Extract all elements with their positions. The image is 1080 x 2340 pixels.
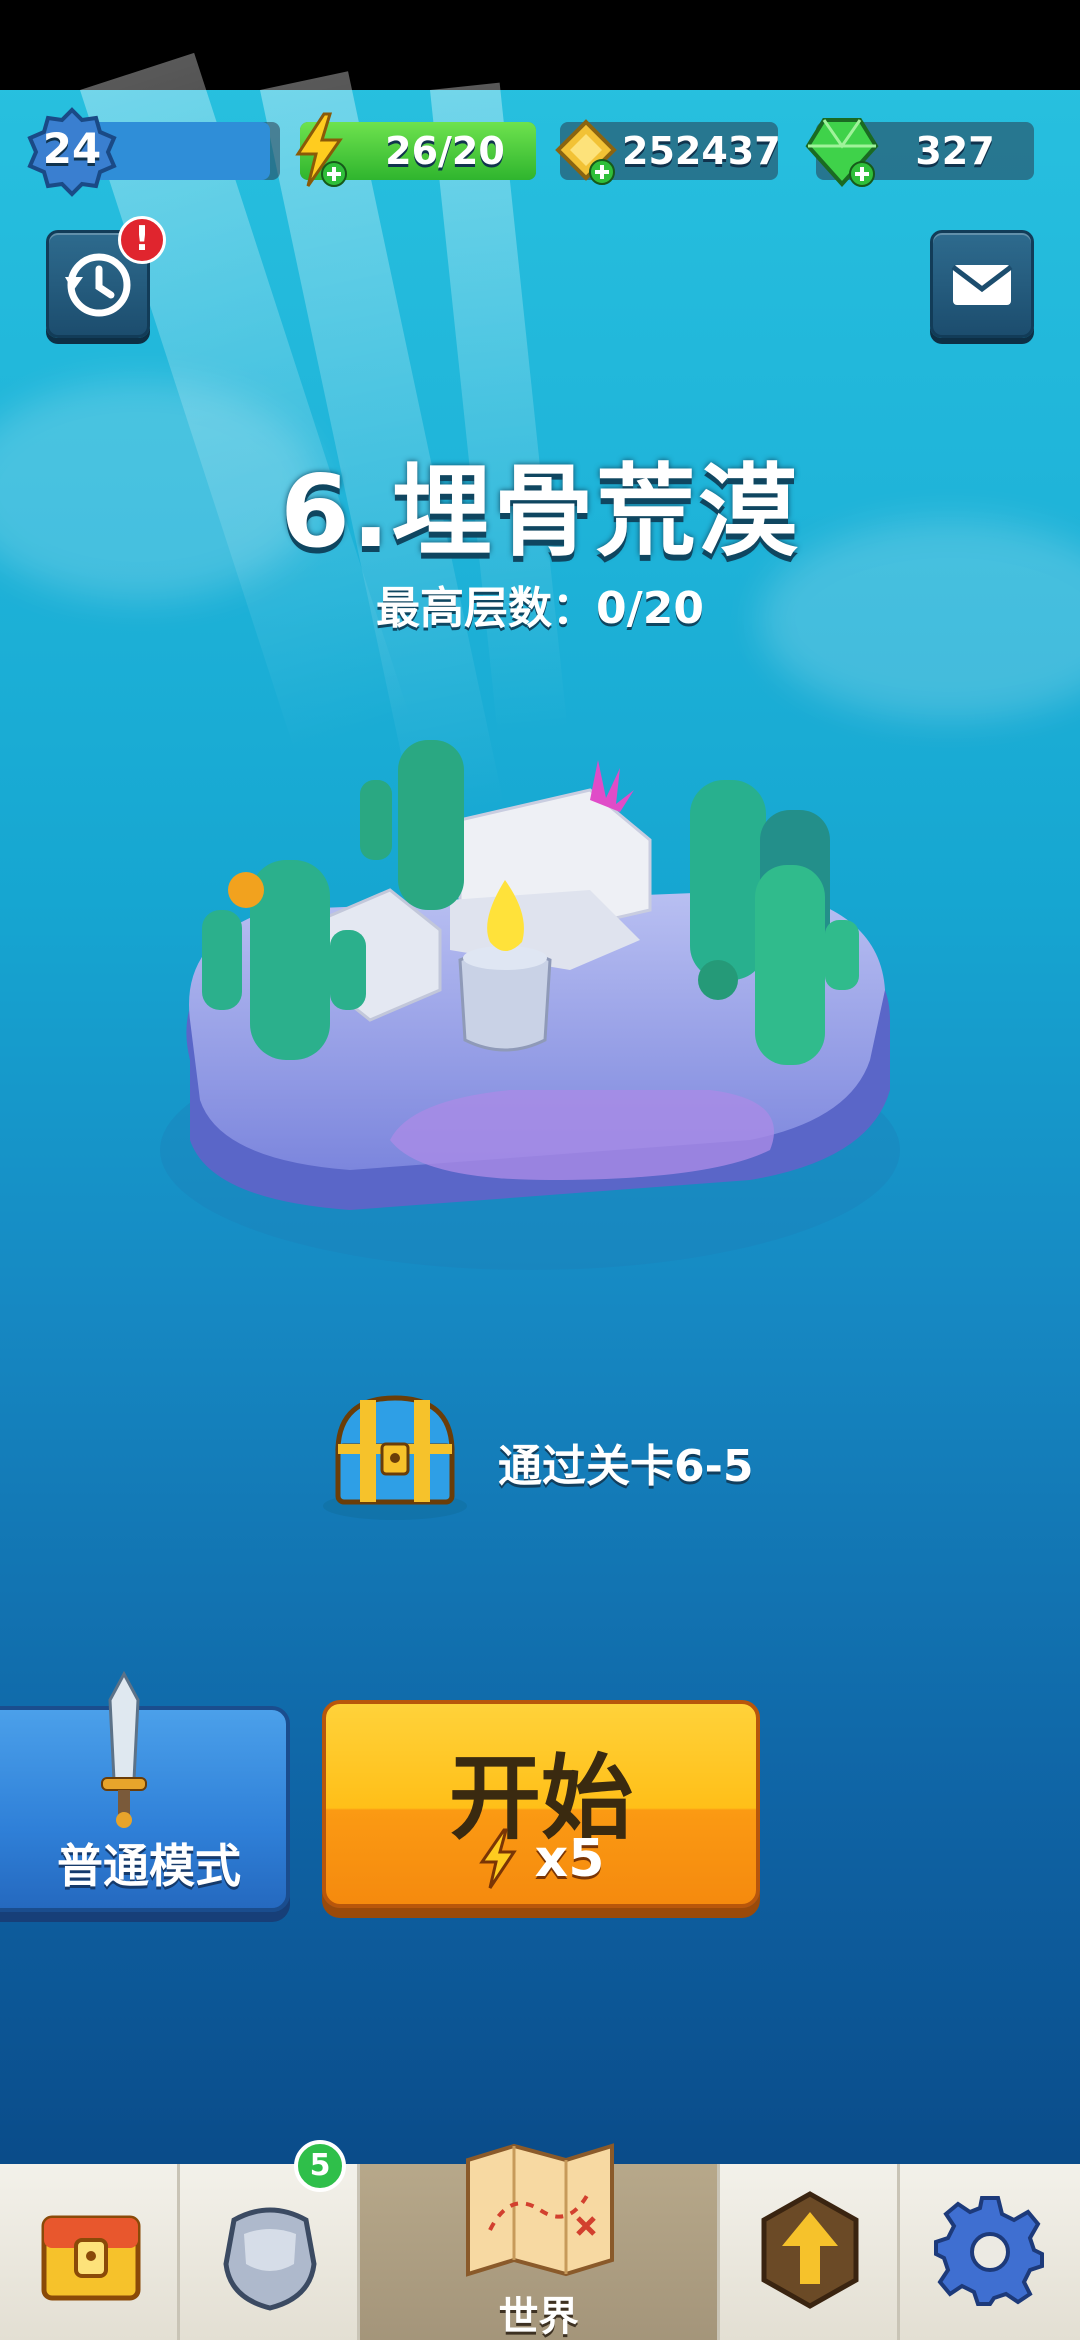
stage-title: 6.埋骨荒漠 bbox=[280, 453, 800, 570]
reward-condition: 通过关卡6-5 bbox=[498, 1441, 754, 1492]
nav-item-equipment[interactable] bbox=[180, 2164, 360, 2340]
nav-item-world[interactable]: 世界 bbox=[360, 2143, 720, 2340]
start-cost: x5 bbox=[326, 1828, 756, 1898]
gold-value: 252437 bbox=[622, 129, 781, 173]
energy-value: 26/20 bbox=[385, 129, 505, 173]
mail-envelope-icon bbox=[951, 265, 1013, 305]
treasure-chest-icon bbox=[323, 1395, 467, 1520]
energy-bolt-icon bbox=[478, 1828, 517, 1889]
gem-add-icon[interactable] bbox=[804, 112, 880, 190]
nav-world-label: 世界 bbox=[498, 2294, 579, 2340]
bottom-nav: 世界 bbox=[0, 2143, 1080, 2340]
gold-add-icon[interactable] bbox=[550, 116, 622, 188]
mode-label: 普通模式 bbox=[57, 1839, 241, 1893]
nav-item-settings[interactable] bbox=[900, 2164, 1080, 2340]
nav-item-upgrade[interactable] bbox=[720, 2164, 900, 2340]
energy-add-icon[interactable] bbox=[290, 112, 350, 190]
armor-icon bbox=[223, 2207, 317, 2311]
locked-chest-icon bbox=[41, 2215, 141, 2301]
desert-island-illustration[interactable] bbox=[150, 720, 910, 1320]
start-button[interactable]: 开始 x5 bbox=[322, 1700, 760, 1908]
gear-icon bbox=[934, 2196, 1044, 2306]
start-cost-value: x5 bbox=[534, 1829, 605, 1889]
best-floor-label: 最高层数：0/20 bbox=[376, 583, 704, 634]
level-value: 24 bbox=[42, 124, 102, 173]
map-icon bbox=[466, 2143, 614, 2277]
game-scene: 24 26/20 252437 327 ! 6.埋骨荒漠 最高层数：0/20 通… bbox=[0, 0, 1080, 2340]
mail-button[interactable] bbox=[930, 230, 1034, 338]
upgrade-arrow-icon bbox=[761, 2191, 859, 2309]
sword-icon bbox=[101, 1670, 147, 1828]
nav-item-chest[interactable] bbox=[0, 2164, 180, 2340]
mode-select-button[interactable]: 普通模式 bbox=[0, 1670, 290, 1912]
equipment-count-badge: 5 bbox=[294, 2140, 346, 2192]
history-alert-badge: ! bbox=[118, 216, 166, 264]
gem-value: 327 bbox=[915, 129, 995, 173]
reward-row[interactable]: 通过关卡6-5 bbox=[320, 1388, 920, 1538]
